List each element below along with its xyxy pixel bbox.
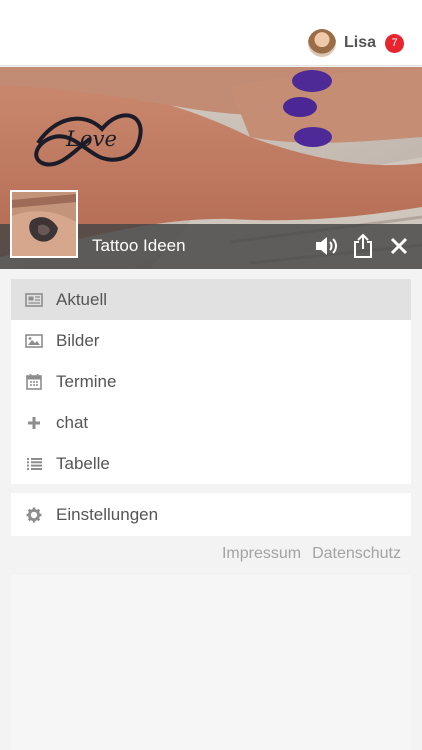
footer-links: Impressum Datenschutz [222, 545, 401, 563]
thumbnail-photo [12, 192, 76, 256]
user-name[interactable]: Lisa [344, 34, 376, 52]
newspaper-icon [25, 291, 43, 309]
settings-label: Einstellungen [56, 504, 159, 524]
list-icon [25, 455, 43, 473]
volume-icon[interactable] [312, 231, 342, 261]
navigation-menu: Aktuell Bilder Termine chat Tabelle [11, 279, 411, 484]
menu-item-termine[interactable]: Termine [11, 361, 411, 402]
top-bar: Lisa 7 [0, 0, 422, 66]
menu-item-chat[interactable]: chat [11, 402, 411, 443]
menu-item-label: Aktuell [56, 289, 108, 309]
tattoo-text: Love [65, 127, 117, 151]
datenschutz-link[interactable]: Datenschutz [312, 545, 401, 563]
impressum-link[interactable]: Impressum [222, 545, 301, 563]
menu-item-label: chat [56, 412, 89, 432]
user-profile[interactable]: Lisa 7 [307, 28, 404, 58]
image-icon [25, 332, 43, 350]
user-avatar[interactable] [307, 29, 336, 57]
menu-item-label: Bilder [56, 330, 100, 350]
plus-icon [25, 414, 43, 432]
menu-item-label: Termine [56, 371, 117, 391]
group-header-image: Love Tattoo Ideen [0, 67, 422, 269]
menu-item-bilder[interactable]: Bilder [11, 320, 411, 361]
menu-item-einstellungen[interactable]: Einstellungen [11, 493, 411, 536]
group-title: Tattoo Ideen [92, 236, 186, 255]
close-icon[interactable] [384, 231, 414, 261]
content-panel [11, 575, 411, 750]
calendar-icon [25, 373, 43, 391]
menu-item-aktuell[interactable]: Aktuell [11, 279, 411, 320]
gear-icon [25, 506, 43, 524]
share-icon[interactable] [348, 231, 378, 261]
group-thumbnail[interactable] [10, 190, 78, 258]
notification-badge[interactable]: 7 [385, 33, 404, 53]
menu-item-label: Tabelle [56, 453, 110, 473]
menu-item-tabelle[interactable]: Tabelle [11, 443, 411, 484]
